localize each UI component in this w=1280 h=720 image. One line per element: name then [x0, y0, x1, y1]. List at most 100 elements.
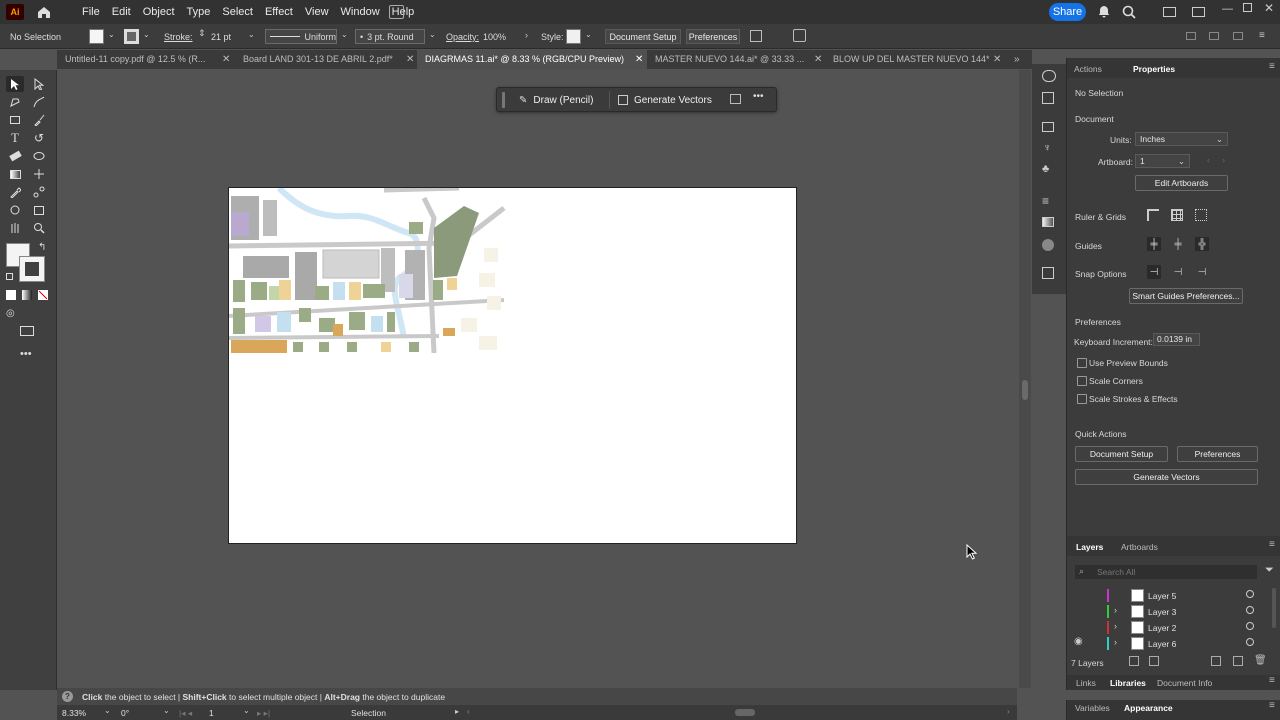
tab-document-info[interactable]: Document Info [1157, 678, 1212, 688]
next-artboard-icon[interactable]: › [1222, 155, 1225, 165]
isolate-icon[interactable] [1209, 32, 1219, 40]
restore-icon[interactable] [1243, 3, 1252, 12]
close-icon[interactable]: ✕ [1264, 1, 1274, 15]
menu-edit[interactable]: Edit [106, 0, 137, 24]
show-guides-icon[interactable]: ╪ [1147, 237, 1161, 251]
snap-to-glyph-icon[interactable]: ⊣ [1195, 265, 1209, 279]
chevron-down-icon[interactable]: ⌄ [585, 30, 592, 39]
snap-to-pixel-icon[interactable]: ⊣ [1171, 265, 1185, 279]
actions-icon[interactable] [1042, 70, 1056, 82]
collect-export-icon[interactable] [1129, 656, 1139, 666]
panel-menu-icon[interactable]: ≡ [1269, 539, 1275, 550]
transparency-grid-icon[interactable] [1195, 209, 1207, 221]
artboard-tool-icon[interactable] [30, 202, 48, 218]
eye-icon[interactable]: ◉ [1074, 636, 1083, 647]
align-icon[interactable] [750, 30, 762, 42]
menu-window[interactable]: Window [335, 0, 386, 24]
symbol-sprayer-tool-icon[interactable] [6, 202, 24, 218]
opacity-field[interactable]: 100% [483, 32, 506, 42]
filter-icon[interactable]: ⏷ [1265, 564, 1274, 577]
bell-icon[interactable] [1098, 5, 1110, 21]
panel-menu-icon[interactable]: ≡ [1269, 700, 1275, 711]
chevron-down-icon[interactable]: ⌄ [163, 706, 170, 715]
expand-arrow-icon[interactable]: › [1114, 605, 1117, 615]
chevron-down-icon[interactable]: ⌄ [104, 706, 111, 715]
panel-menu-icon[interactable]: ≡ [1269, 675, 1275, 686]
more-options-icon[interactable]: ••• [753, 91, 764, 102]
tab-properties[interactable]: Properties [1133, 64, 1175, 74]
menu-file[interactable]: File [76, 0, 106, 24]
chevron-down-icon[interactable]: ⌄ [248, 30, 255, 39]
scale-corners-checkbox[interactable] [1077, 376, 1087, 386]
recolor-icon[interactable] [793, 29, 806, 42]
edit-artboards-button[interactable]: Edit Artboards [1135, 175, 1228, 191]
stroke-panel-icon[interactable]: ≡ [1042, 194, 1049, 208]
tab-actions[interactable]: Actions [1074, 64, 1102, 74]
smart-guides-preferences-button[interactable]: Smart Guides Preferences... [1129, 288, 1243, 304]
grip-handle[interactable] [502, 92, 505, 108]
quick-preferences-button[interactable]: Preferences [1177, 446, 1258, 462]
paintbrush-tool-icon[interactable] [30, 112, 48, 128]
image-settings-icon[interactable] [730, 94, 741, 104]
tab-variables[interactable]: Variables [1075, 703, 1110, 713]
menu-object[interactable]: Object [137, 0, 181, 24]
new-layer-icon[interactable] [1233, 656, 1243, 666]
stroke-color-swatch[interactable] [19, 256, 45, 282]
layers-scrollbar[interactable] [1272, 588, 1276, 628]
eyedropper-tool-icon[interactable] [6, 184, 24, 200]
layer-row[interactable]: › Layer 2 [1067, 620, 1280, 636]
artboard[interactable] [228, 187, 797, 544]
layers-search-input[interactable]: Search All [1075, 565, 1257, 579]
brush-definition[interactable]: • 3 pt. Round [355, 29, 425, 44]
artboard-dropdown[interactable]: 1 ⌄ [1135, 154, 1190, 168]
expand-arrow-icon[interactable]: › [1114, 637, 1117, 647]
menu-type[interactable]: Type [181, 0, 217, 24]
keyboard-increment-field[interactable]: 0.0139 in [1153, 333, 1200, 346]
grid-icon[interactable] [1171, 209, 1183, 221]
quick-document-setup-button[interactable]: Document Setup [1075, 446, 1168, 462]
first-artboard-icon[interactable]: |◂ ◂ [179, 708, 192, 719]
layer-row[interactable]: Layer 5 [1067, 588, 1280, 604]
chevron-down-icon[interactable]: ⌄ [243, 706, 250, 715]
vertical-scrollbar[interactable] [1019, 70, 1031, 688]
rotate-tool-icon[interactable]: ↺ [30, 130, 48, 146]
chevron-right-icon[interactable]: › [525, 30, 528, 40]
tab-layers[interactable]: Layers [1076, 542, 1103, 552]
close-icon[interactable]: ✕ [406, 50, 414, 69]
close-icon[interactable]: ✕ [993, 50, 1001, 69]
tab-links[interactable]: Links [1076, 678, 1096, 688]
target-icon[interactable] [1246, 606, 1254, 614]
curvature-tool-icon[interactable] [30, 94, 48, 110]
search-icon[interactable] [1122, 5, 1136, 22]
close-icon[interactable]: ✕ [635, 50, 643, 69]
panels-icon[interactable] [1192, 7, 1205, 17]
stroke-weight-field[interactable]: 21 pt [211, 32, 231, 42]
symbols-icon[interactable]: ♣ [1042, 163, 1049, 175]
opacity-label[interactable]: Opacity: [446, 32, 479, 42]
layer-name[interactable]: Layer 6 [1148, 639, 1176, 649]
mesh-tool-icon[interactable] [30, 166, 48, 182]
chevron-down-icon[interactable]: ⌄ [108, 30, 115, 39]
panel-menu-icon[interactable]: ≡ [1269, 61, 1275, 72]
minimize-icon[interactable]: — [1222, 3, 1233, 15]
tab-appearance[interactable]: Appearance [1124, 703, 1173, 713]
tab-libraries[interactable]: Libraries [1110, 678, 1146, 688]
chevron-down-icon[interactable]: ⌄ [429, 30, 436, 39]
zoom-tool-icon[interactable] [30, 220, 48, 236]
quick-generate-vectors-button[interactable]: Generate Vectors [1075, 469, 1258, 485]
gradient-panel-icon[interactable] [1042, 217, 1054, 227]
close-icon[interactable]: ✕ [814, 50, 822, 69]
scroll-left-icon[interactable]: ‹ [467, 707, 470, 716]
units-dropdown[interactable]: Inches ⌄ [1135, 132, 1228, 146]
stepper-icon[interactable]: ⇕ [198, 28, 206, 39]
properties-icon[interactable] [1042, 92, 1054, 104]
menu-view[interactable]: View [299, 0, 335, 24]
draw-pencil-button[interactable]: ✎ Draw (Pencil) [511, 91, 605, 109]
swap-icon[interactable]: ↰ [38, 242, 46, 253]
share-button[interactable]: Share [1049, 3, 1086, 21]
type-tool-icon[interactable]: T [6, 130, 24, 146]
stroke-label[interactable]: Stroke: [164, 32, 193, 42]
next-artboard-icon[interactable]: ▸ ▸| [257, 708, 270, 719]
workspace-icon[interactable] [1163, 7, 1176, 17]
use-preview-bounds-checkbox[interactable] [1077, 358, 1087, 368]
